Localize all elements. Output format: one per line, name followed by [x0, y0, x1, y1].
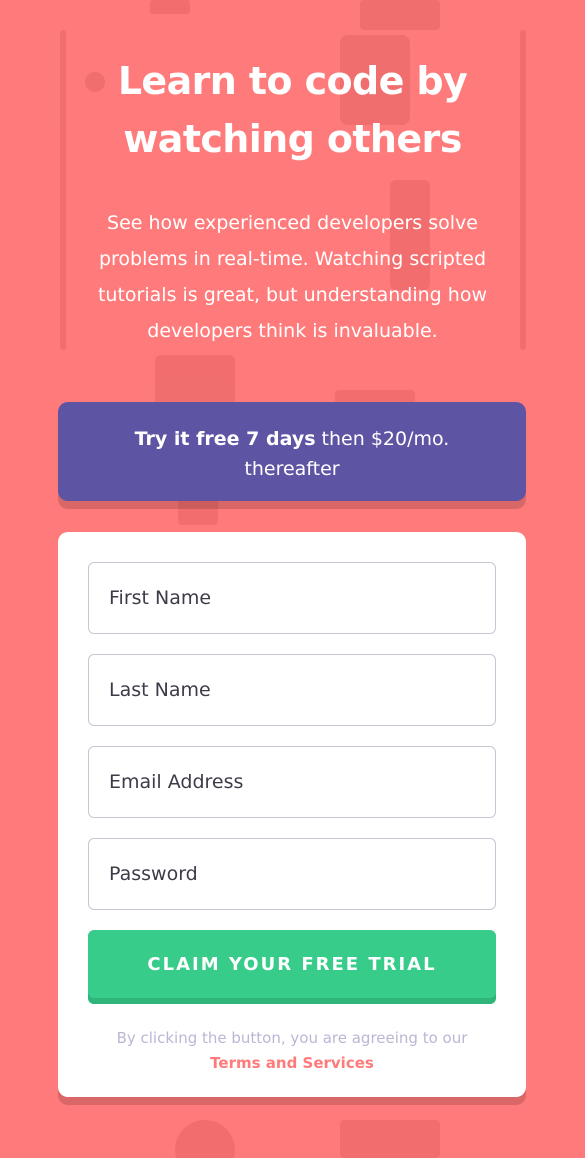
hero-title: Learn to code by watching others: [0, 52, 585, 168]
terms-link[interactable]: Terms and Services: [210, 1054, 374, 1072]
promo-price-text: then $20/mo.: [315, 428, 450, 450]
claim-free-trial-button[interactable]: CLAIM YOUR FREE TRIAL: [88, 930, 496, 1004]
hero-section: Learn to code by watching others See how…: [0, 52, 585, 349]
terms-prefix-text: By clicking the button, you are agreeing…: [116, 1029, 468, 1047]
password-input[interactable]: [88, 838, 496, 910]
hero-description: See how experienced developers solve pro…: [97, 212, 487, 342]
promo-highlight: Try it free 7 days: [134, 428, 316, 450]
terms-notice: By clicking the button, you are agreeing…: [58, 1026, 526, 1076]
hero-title-line1: Learn to code by: [117, 59, 468, 103]
last-name-input[interactable]: [88, 654, 496, 726]
hero-title-line2: watching others: [123, 117, 462, 161]
signup-form-card: CLAIM YOUR FREE TRIAL By clicking the bu…: [58, 532, 526, 1097]
first-name-input[interactable]: [88, 562, 496, 634]
promo-thereafter-text: thereafter: [244, 458, 340, 480]
trial-promo-banner: Try it free 7 days then $20/mo. thereaft…: [58, 402, 526, 501]
email-input[interactable]: [88, 746, 496, 818]
